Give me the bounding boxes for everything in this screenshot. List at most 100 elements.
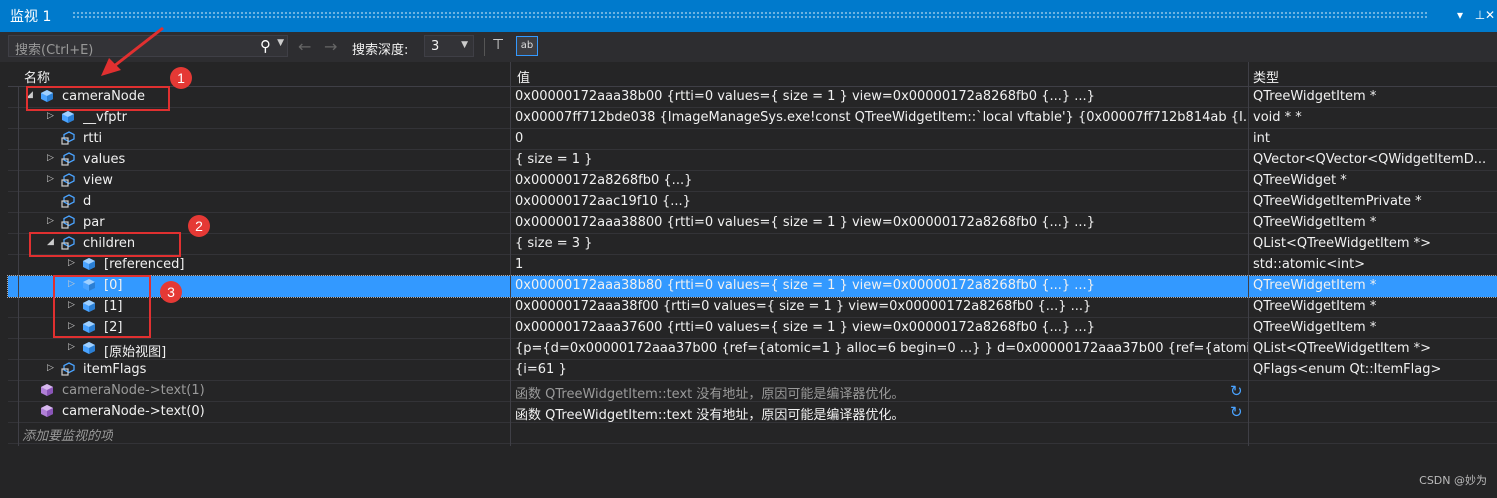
row-value[interactable]: 0x00000172aaa38800 {rtti=0 values={ size… [515, 215, 1248, 230]
expand-arrow-icon[interactable]: ▷ [47, 174, 54, 184]
column-divider-value[interactable] [510, 62, 511, 446]
annotation-box-items [53, 275, 151, 338]
watch-row[interactable]: ▷ [referenced] 1 std::atomic<int> [8, 255, 1497, 276]
row-name[interactable]: par [83, 215, 105, 230]
row-name[interactable]: view [83, 173, 113, 188]
row-name[interactable]: d [83, 194, 91, 209]
annotation-arrow [101, 26, 164, 76]
expand-arrow-icon[interactable]: ▷ [47, 153, 54, 163]
object-icon [82, 341, 96, 355]
title-bar: 监视 1 ▾ ⊥ ✕ [0, 0, 1497, 32]
column-header-value[interactable]: 值 [517, 67, 530, 86]
watch-row[interactable]: ▷ [0] 0x00000172aaa38b80 {rtti=0 values={ … [7, 275, 1497, 298]
row-value[interactable]: 0x00007ff712bde038 {ImageManageSys.exe!c… [515, 110, 1248, 125]
search-depth-value: 3 [431, 39, 440, 54]
row-value[interactable]: {i=61 } [515, 362, 1248, 377]
chevron-down-icon: ▼ [461, 40, 468, 50]
row-type: int [1253, 131, 1270, 146]
row-type: std::atomic<int> [1253, 257, 1366, 272]
watch-row[interactable]: ▷ [原始视图] {p={d=0x00000172aaa37b00 {ref={at… [8, 339, 1497, 360]
add-watch-row[interactable]: 添加要监视的项 [8, 423, 1497, 444]
arrow-right-icon[interactable]: → [324, 37, 337, 56]
watch-row[interactable]: ▷ __vfptr 0x00007ff712bde038 {ImageManageS… [8, 108, 1497, 129]
row-name[interactable]: [原始视图] [104, 341, 166, 360]
watch-row[interactable]: rtti 0 int [8, 129, 1497, 150]
row-value[interactable]: 0x00000172aaa38b80 {rtti=0 values={ size… [515, 278, 1248, 293]
search-depth-label: 搜索深度: [352, 43, 409, 58]
row-value[interactable]: 0x00000172aaa38b00 {rtti=0 values={ size… [515, 89, 1248, 104]
row-name[interactable]: values [83, 152, 125, 167]
row-type: QTreeWidgetItemPrivate * [1253, 194, 1422, 209]
field-icon [61, 131, 75, 145]
watch-row[interactable]: ▷ itemFlags {i=61 } QFlags<enum Qt::ItemFla… [8, 360, 1497, 381]
row-name[interactable]: cameraNode->text(1) [62, 383, 205, 398]
watermark: CSDN @妙为 [1419, 474, 1487, 487]
row-name[interactable]: itemFlags [83, 362, 146, 377]
row-value[interactable]: 0x00000172aac19f10 {...} [515, 194, 1248, 209]
row-value[interactable]: {p={d=0x00000172aaa37b00 {ref={atomic=1 … [515, 341, 1248, 356]
row-value[interactable]: { size = 3 } [515, 236, 1248, 251]
watch-row[interactable]: cameraNode->text(1) 函数 QTreeWidgetItem::t… [8, 381, 1497, 402]
watch-row[interactable]: cameraNode->text(0) 函数 QTreeWidgetItem::t… [8, 402, 1497, 423]
watch-grid: 名称 值 类型 ◢ cameraNode 0x00000172aaa38b00 {r… [7, 62, 1497, 498]
row-value[interactable]: 0 [515, 131, 1248, 146]
expand-arrow-icon[interactable]: ▷ [68, 258, 75, 268]
row-type: QTreeWidgetItem * [1253, 320, 1377, 335]
arrow-left-icon[interactable]: ← [298, 37, 311, 56]
row-name[interactable]: cameraNode->text(0) [62, 404, 205, 419]
refresh-icon[interactable]: ↻ [1230, 403, 1243, 421]
row-type: QList<QTreeWidgetItem *> [1253, 341, 1432, 356]
watch-row[interactable]: ▷ view 0x00000172a8268fb0 {...} QTreeWidget… [8, 171, 1497, 192]
row-name[interactable]: rtti [83, 131, 102, 146]
watch-row[interactable]: ▷ par 0x00000172aaa38800 {rtti=0 values={ … [8, 213, 1497, 234]
window-title: 监视 1 [10, 9, 52, 25]
column-header-type[interactable]: 类型 [1253, 67, 1279, 86]
gutter-divider [18, 86, 19, 446]
annotation-box-children [29, 232, 181, 257]
expand-arrow-icon[interactable]: ▷ [47, 216, 54, 226]
annotation-badge-1: 1 [170, 67, 192, 89]
row-name[interactable]: __vfptr [83, 110, 127, 125]
field-icon [61, 152, 75, 166]
watch-row[interactable]: ▷ values { size = 1 } QVector<QVector<QWidg… [8, 150, 1497, 171]
expand-arrow-icon[interactable]: ▷ [68, 342, 75, 352]
row-value[interactable]: 函数 QTreeWidgetItem::text 没有地址，原因可能是编译器优化… [515, 383, 1248, 402]
text-view-icon[interactable]: ab [516, 36, 538, 56]
watch-row[interactable]: d 0x00000172aac19f10 {...} QTreeWidgetItem… [8, 192, 1497, 213]
expand-arrow-icon[interactable]: ▷ [47, 363, 54, 373]
annotation-box-cameranode [26, 86, 170, 111]
field-icon [61, 173, 75, 187]
row-value[interactable]: 1 [515, 257, 1248, 272]
row-name[interactable]: [referenced] [104, 257, 184, 272]
row-type: QTreeWidgetItem * [1253, 278, 1377, 293]
watch-row[interactable]: ▷ [1] 0x00000172aaa38f00 {rtti=0 values={ … [8, 297, 1497, 318]
filter-icon[interactable]: ⊤ [492, 37, 504, 53]
watch-row[interactable]: ◢ children{ size = 3 } QList<QTreeWidgetIt… [8, 234, 1497, 255]
column-header-name[interactable]: 名称 [24, 67, 50, 86]
row-type: QTreeWidget * [1253, 173, 1347, 188]
close-icon[interactable]: ✕ [1482, 5, 1497, 25]
row-type: QTreeWidgetItem * [1253, 89, 1377, 104]
row-value[interactable]: 0x00000172aaa37600 {rtti=0 values={ size… [515, 320, 1248, 335]
row-value[interactable]: { size = 1 } [515, 152, 1248, 167]
expand-arrow-icon[interactable]: ▷ [47, 111, 54, 121]
row-type: QTreeWidgetItem * [1253, 299, 1377, 314]
column-divider-type[interactable] [1248, 62, 1249, 446]
row-value[interactable]: 函数 QTreeWidgetItem::text 没有地址，原因可能是编译器优化… [515, 404, 1248, 423]
annotation-badge-3: 3 [160, 281, 182, 303]
object-icon [82, 257, 96, 271]
toolbar-separator [484, 38, 485, 56]
row-value[interactable]: 0x00000172a8268fb0 {...} [515, 173, 1248, 188]
watch-toolbar: 搜索(Ctrl+E) ⚲ ▼ ← → 搜索深度: 3 ▼ ⊤ ab [0, 32, 1497, 62]
watch-row[interactable]: ▷ [2] 0x00000172aaa37600 {rtti=0 values={ … [8, 318, 1497, 339]
search-icon[interactable]: ⚲ [260, 37, 271, 55]
add-watch-placeholder[interactable]: 添加要监视的项 [22, 425, 113, 444]
object-icon [40, 383, 54, 397]
search-depth-select[interactable]: 3 ▼ [424, 35, 474, 57]
search-dropdown-icon[interactable]: ▼ [277, 38, 284, 48]
watch-row[interactable]: ◢ cameraNode 0x00000172aaa38b00 {rtti=0 va… [8, 87, 1497, 108]
refresh-icon[interactable]: ↻ [1230, 382, 1243, 400]
chevron-down-icon[interactable]: ▾ [1452, 5, 1468, 25]
title-bar-grip[interactable] [72, 11, 1427, 20]
row-value[interactable]: 0x00000172aaa38f00 {rtti=0 values={ size… [515, 299, 1248, 314]
